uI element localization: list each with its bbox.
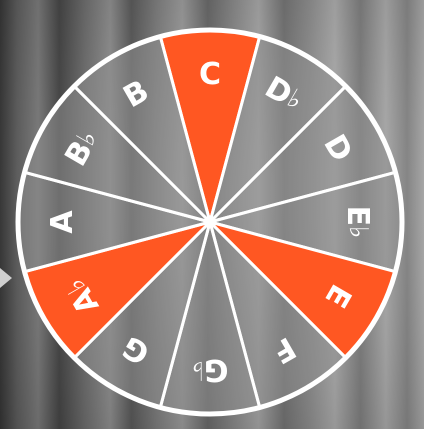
wheel-label-E♭: E♭ bbox=[341, 206, 376, 239]
wheel-label-G♭: G♭ bbox=[192, 353, 229, 388]
note-wheel[interactable]: C D♭DE♭EFG♭GA♭AB♭B bbox=[0, 0, 424, 429]
triangle-right-icon bbox=[0, 268, 12, 288]
wheel-label-C: C bbox=[199, 57, 221, 92]
wheel-label-A: A bbox=[45, 210, 80, 234]
